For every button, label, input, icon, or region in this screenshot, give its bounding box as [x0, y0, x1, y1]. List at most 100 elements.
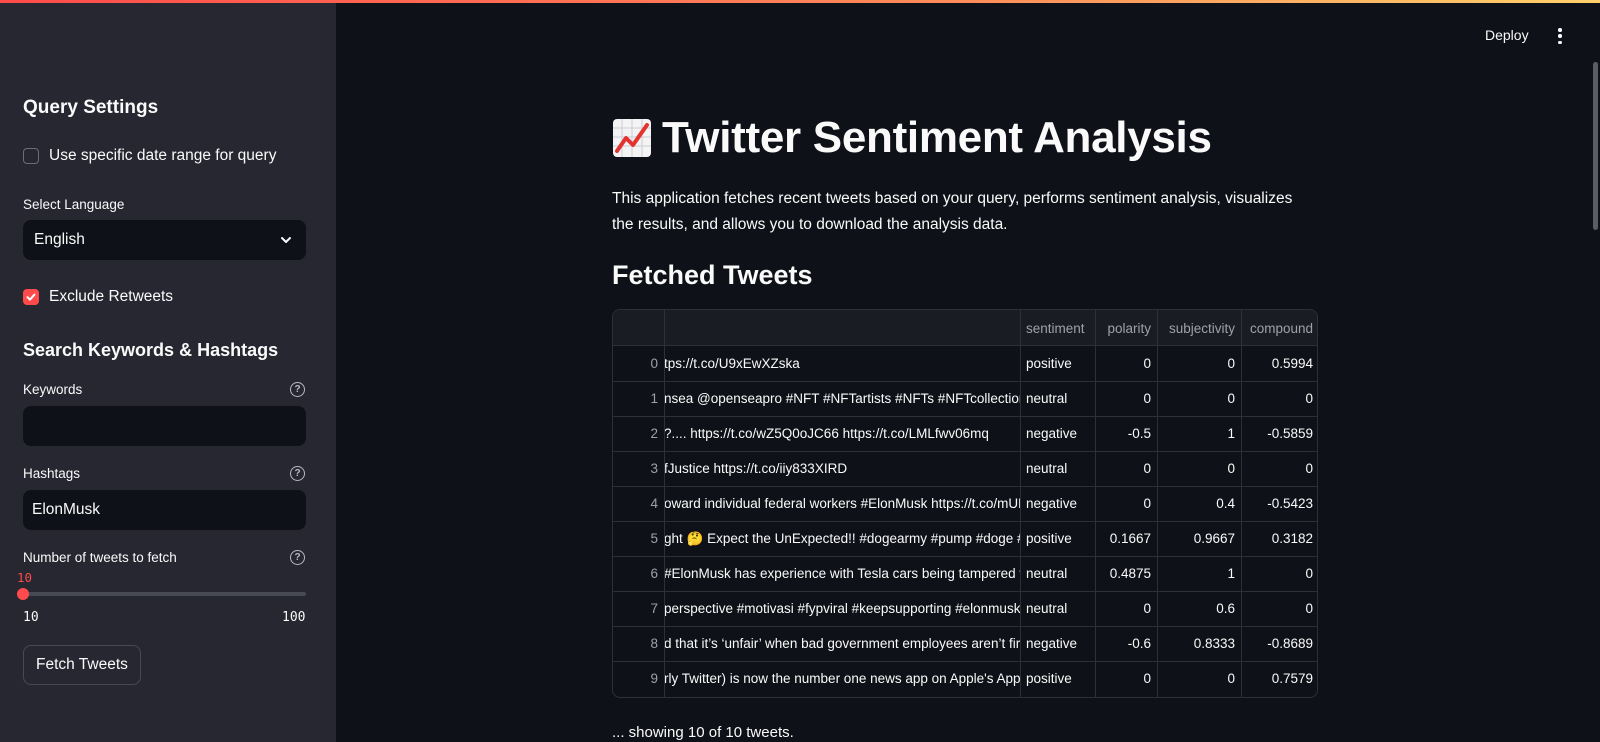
- tweet-count-footnote: ... showing 10 of 10 tweets.: [612, 724, 794, 741]
- fetched-tweets-heading: Fetched Tweets: [612, 260, 813, 290]
- sentiment-cell[interactable]: neutral: [1020, 556, 1095, 591]
- sentiment-cell[interactable]: positive: [1020, 521, 1095, 556]
- column-divider[interactable]: [1095, 310, 1096, 697]
- row-index[interactable]: 4: [613, 486, 664, 521]
- compound-cell[interactable]: 0.3182: [1241, 521, 1317, 556]
- tweet-count-slider-thumb[interactable]: [17, 588, 29, 600]
- sentiment-cell[interactable]: neutral: [1020, 381, 1095, 416]
- sentiment-cell[interactable]: positive: [1020, 661, 1095, 696]
- column-header[interactable]: subjectivity: [1157, 310, 1241, 346]
- subjectivity-cell[interactable]: 0: [1157, 451, 1241, 486]
- polarity-cell[interactable]: 0: [1095, 346, 1157, 381]
- polarity-cell[interactable]: -0.5: [1095, 416, 1157, 451]
- subjectivity-cell[interactable]: 1: [1157, 416, 1241, 451]
- polarity-cell[interactable]: 0: [1095, 591, 1157, 626]
- exclude-retweets-checkbox[interactable]: Exclude Retweets: [23, 288, 173, 306]
- tweet-text-cell[interactable]: ?.... https://t.co/wZ5Q0oJC66 https://t.…: [664, 416, 1020, 451]
- compound-cell[interactable]: 0: [1241, 451, 1317, 486]
- tweet-count-slider-track[interactable]: [23, 592, 306, 596]
- help-icon[interactable]: ?: [290, 382, 305, 397]
- polarity-cell[interactable]: 0: [1095, 451, 1157, 486]
- row-index[interactable]: 9: [613, 661, 664, 696]
- compound-cell[interactable]: -0.5423: [1241, 486, 1317, 521]
- fetch-tweets-button[interactable]: Fetch Tweets: [23, 645, 141, 685]
- checkbox-checked-icon[interactable]: [23, 289, 39, 305]
- tweet-text-cell[interactable]: rly Twitter) is now the number one news …: [664, 661, 1020, 696]
- compound-cell[interactable]: 0: [1241, 556, 1317, 591]
- help-icon[interactable]: ?: [290, 466, 305, 481]
- language-select[interactable]: English: [23, 220, 306, 260]
- row-index[interactable]: 2: [613, 416, 664, 451]
- more-menu-icon[interactable]: [1557, 28, 1563, 44]
- row-index[interactable]: 8: [613, 626, 664, 661]
- subjectivity-cell[interactable]: 0: [1157, 661, 1241, 696]
- tweet-text-cell[interactable]: #ElonMusk has experience with Tesla cars…: [664, 556, 1020, 591]
- column-header[interactable]: sentiment: [1020, 310, 1095, 346]
- compound-cell[interactable]: 0.7579: [1241, 661, 1317, 696]
- column-header[interactable]: [613, 310, 664, 346]
- sentiment-cell[interactable]: negative: [1020, 626, 1095, 661]
- polarity-cell[interactable]: 0: [1095, 661, 1157, 696]
- polarity-cell[interactable]: 0: [1095, 381, 1157, 416]
- tweet-text-cell[interactable]: perspective #motivasi #fypviral #keepsup…: [664, 591, 1020, 626]
- sentiment-cell[interactable]: positive: [1020, 346, 1095, 381]
- hashtags-input[interactable]: ElonMusk: [23, 490, 306, 530]
- tweet-text-cell[interactable]: nsea @openseapro #NFT #NFTartists #NFTs …: [664, 381, 1020, 416]
- keywords-input[interactable]: [23, 406, 306, 446]
- top-accent-bar: [0, 0, 1600, 3]
- sentiment-cell[interactable]: neutral: [1020, 591, 1095, 626]
- help-icon[interactable]: ?: [290, 550, 305, 565]
- column-divider[interactable]: [1241, 310, 1242, 697]
- row-index[interactable]: 7: [613, 591, 664, 626]
- row-index[interactable]: 6: [613, 556, 664, 591]
- checkbox-unchecked-icon[interactable]: [23, 148, 39, 164]
- scrollbar[interactable]: [1593, 62, 1598, 230]
- subjectivity-cell[interactable]: 1: [1157, 556, 1241, 591]
- tweet-text-cell[interactable]: fJustice https://t.co/iiy833XIRD: [664, 451, 1020, 486]
- column-header[interactable]: compound: [1241, 310, 1317, 346]
- sentiment-cell[interactable]: negative: [1020, 416, 1095, 451]
- column-header[interactable]: [664, 310, 1020, 346]
- compound-cell[interactable]: 0: [1241, 591, 1317, 626]
- tweet-text-cell[interactable]: oward individual federal workers #ElonMu…: [664, 486, 1020, 521]
- subjectivity-cell[interactable]: 0.4: [1157, 486, 1241, 521]
- column-header[interactable]: polarity: [1095, 310, 1157, 346]
- subjectivity-cell[interactable]: 0.8333: [1157, 626, 1241, 661]
- row-divider: [613, 626, 1317, 627]
- tweet-text-cell[interactable]: d that it’s ‘unfair’ when bad government…: [664, 626, 1020, 661]
- subjectivity-cell[interactable]: 0.6: [1157, 591, 1241, 626]
- column-divider[interactable]: [1020, 310, 1021, 697]
- date-range-checkbox[interactable]: Use specific date range for query: [23, 147, 276, 165]
- polarity-cell[interactable]: 0.1667: [1095, 521, 1157, 556]
- row-index[interactable]: 1: [613, 381, 664, 416]
- sentiment-cell[interactable]: negative: [1020, 486, 1095, 521]
- slider-max-label: 100: [282, 610, 306, 625]
- sentiment-cell[interactable]: neutral: [1020, 451, 1095, 486]
- row-divider: [613, 591, 1317, 592]
- row-divider: [613, 416, 1317, 417]
- deploy-button[interactable]: Deploy: [1485, 27, 1529, 43]
- subjectivity-cell[interactable]: 0: [1157, 381, 1241, 416]
- row-index[interactable]: 3: [613, 451, 664, 486]
- keywords-label: Keywords: [23, 382, 83, 397]
- polarity-cell[interactable]: -0.6: [1095, 626, 1157, 661]
- compound-cell[interactable]: -0.5859: [1241, 416, 1317, 451]
- polarity-cell[interactable]: 0.4875: [1095, 556, 1157, 591]
- compound-cell[interactable]: -0.8689: [1241, 626, 1317, 661]
- row-index[interactable]: 0: [613, 346, 664, 381]
- polarity-cell[interactable]: 0: [1095, 486, 1157, 521]
- compound-cell[interactable]: 0.5994: [1241, 346, 1317, 381]
- column-divider[interactable]: [664, 310, 665, 697]
- subjectivity-cell[interactable]: 0: [1157, 346, 1241, 381]
- page-title-text: Twitter Sentiment Analysis: [662, 113, 1212, 162]
- compound-cell[interactable]: 0: [1241, 381, 1317, 416]
- column-divider[interactable]: [1157, 310, 1158, 697]
- exclude-retweets-label: Exclude Retweets: [49, 288, 174, 305]
- row-divider: [613, 556, 1317, 557]
- tweet-text-cell[interactable]: ght 🤔 Expect the UnExpected!! #dogearmy …: [664, 521, 1020, 556]
- tweets-dataframe[interactable]: sentiment polarity subjectivity compound 0 tp…: [612, 309, 1318, 698]
- row-divider: [613, 451, 1317, 452]
- tweet-text-cell[interactable]: tps://t.co/U9xEwXZska: [664, 346, 1020, 381]
- row-index[interactable]: 5: [613, 521, 664, 556]
- subjectivity-cell[interactable]: 0.9667: [1157, 521, 1241, 556]
